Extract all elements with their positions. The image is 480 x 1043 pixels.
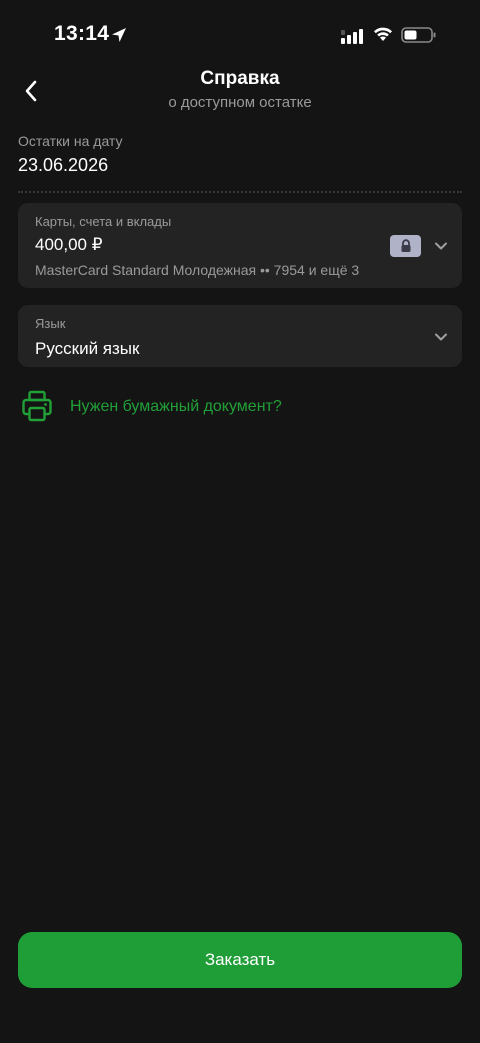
printer-icon — [22, 390, 52, 422]
location-arrow-icon — [112, 28, 126, 42]
page-title: Справка — [200, 68, 280, 89]
date-field[interactable]: 23.06.2026 — [18, 155, 108, 176]
page-subtitle: о доступном остатке — [168, 94, 312, 111]
screen: 13:14 Справка о доступном остатке Остатк… — [0, 0, 480, 1043]
language-select[interactable]: Язык Русский язык — [18, 305, 462, 367]
wifi-icon — [374, 27, 392, 41]
date-label: Остатки на дату — [18, 133, 123, 149]
accounts-select[interactable]: Карты, счета и вклады 400,00 ₽ MasterCar… — [18, 203, 462, 288]
chevron-down-icon — [435, 333, 447, 341]
order-button[interactable]: Заказать — [18, 932, 462, 988]
language-value: Русский язык — [35, 339, 140, 358]
chevron-down-icon — [435, 242, 447, 250]
signal-icon — [341, 29, 363, 44]
header: Справка о доступном остатке — [0, 60, 480, 120]
status-time: 13:14 — [54, 22, 110, 45]
battery-icon — [401, 27, 436, 43]
accounts-details: MasterCard Standard Молодежная •• 7954 и… — [35, 262, 360, 278]
lock-badge[interactable] — [390, 235, 421, 257]
dotted-divider — [18, 191, 462, 193]
accounts-label: Карты, счета и вклады — [35, 214, 172, 229]
accounts-amount: 400,00 ₽ — [35, 235, 103, 254]
paper-document-text: Нужен бумажный документ? — [70, 398, 282, 415]
language-label: Язык — [35, 316, 66, 331]
lock-icon — [401, 239, 410, 252]
paper-document-link[interactable]: Нужен бумажный документ? — [18, 387, 348, 427]
